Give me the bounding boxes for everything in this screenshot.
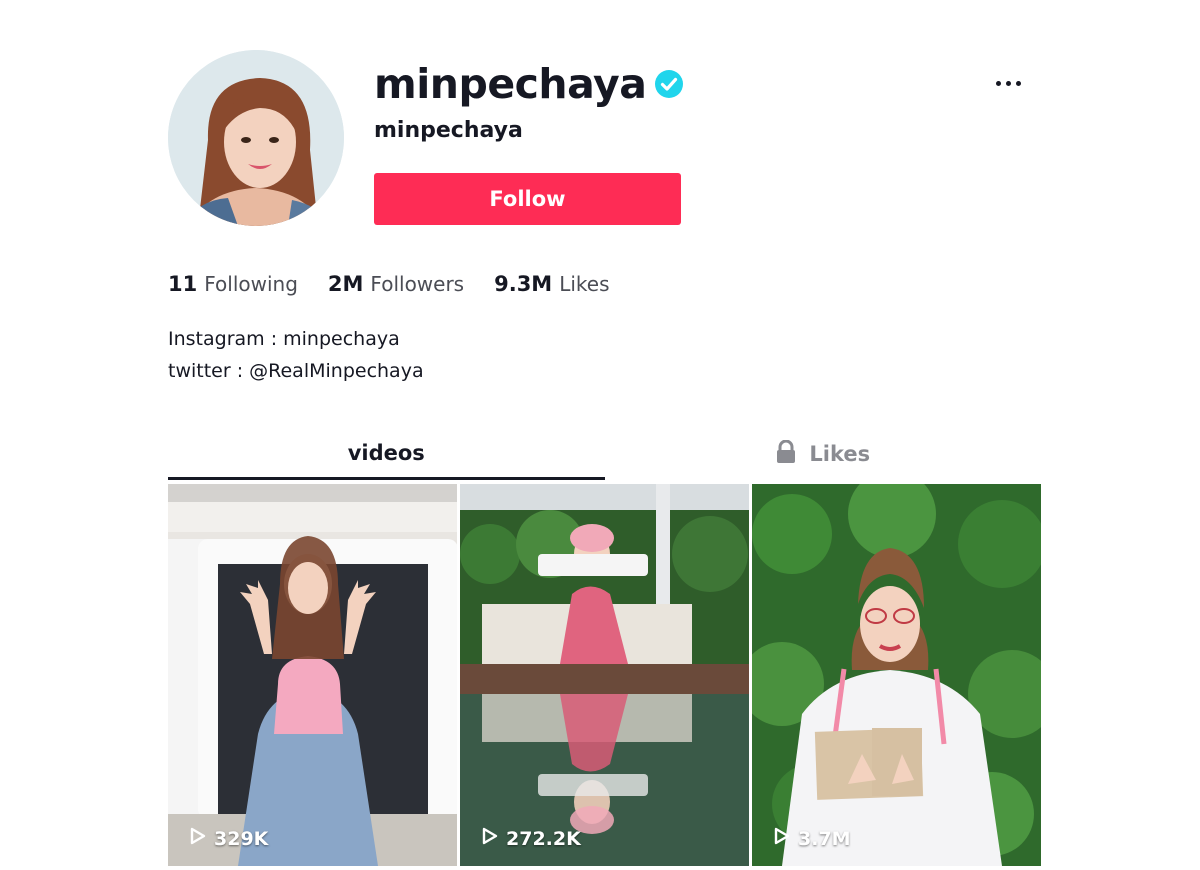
video-thumbnail (752, 484, 1041, 866)
username-row: minpechaya (374, 58, 684, 110)
avatar[interactable] (168, 50, 344, 226)
following-label: Following (204, 272, 298, 296)
tab-likes-label: Likes (809, 442, 871, 466)
video-view-count: 3.7M (774, 827, 851, 850)
profile-bio: Instagram : minpechaya twitter : @RealMi… (168, 323, 424, 387)
tab-videos-label: videos (347, 440, 425, 465)
likes-count: 9.3M (494, 272, 553, 296)
video-view-count: 272.2K (482, 827, 581, 850)
bio-line-instagram: Instagram : minpechaya (168, 328, 400, 350)
video-thumbnail (460, 484, 749, 866)
video-view-count: 329K (190, 827, 268, 850)
video-grid: 329K 272.2K 3.7M (168, 484, 1041, 866)
more-options-icon[interactable] (990, 68, 1026, 98)
following-stat[interactable]: 11 Following (168, 272, 298, 296)
profile-stats: 11 Following 2M Followers 9.3M Likes (168, 272, 640, 296)
followers-label: Followers (370, 272, 465, 296)
verified-badge-icon (654, 69, 684, 99)
nickname: minpechaya (374, 118, 523, 143)
tab-videos[interactable]: videos (168, 428, 605, 480)
view-count-text: 329K (214, 827, 269, 850)
avatar-photo (168, 50, 344, 226)
follow-button[interactable]: Follow (374, 173, 681, 225)
profile-tabs: videos Likes (168, 428, 1041, 480)
bio-line-twitter: twitter : @RealMinpechaya (168, 360, 424, 382)
dot (1005, 80, 1011, 86)
followers-count: 2M (327, 272, 364, 296)
followers-stat[interactable]: 2M Followers (328, 272, 464, 296)
username: minpechaya (374, 60, 647, 108)
video-card[interactable]: 272.2K (460, 484, 749, 866)
video-thumbnail (168, 484, 457, 866)
play-icon (190, 827, 206, 850)
dot (1015, 80, 1021, 86)
lock-icon (775, 439, 797, 469)
following-count: 11 (168, 272, 198, 296)
play-icon (482, 827, 498, 850)
view-count-text: 3.7M (798, 827, 851, 850)
likes-label: Likes (559, 272, 610, 296)
video-card[interactable]: 329K (168, 484, 457, 866)
dot (995, 80, 1001, 86)
video-card[interactable]: 3.7M (752, 484, 1041, 866)
likes-stat: 9.3M Likes (494, 272, 609, 296)
tab-likes[interactable]: Likes (605, 428, 1042, 480)
view-count-text: 272.2K (506, 827, 581, 850)
play-icon (774, 827, 790, 850)
